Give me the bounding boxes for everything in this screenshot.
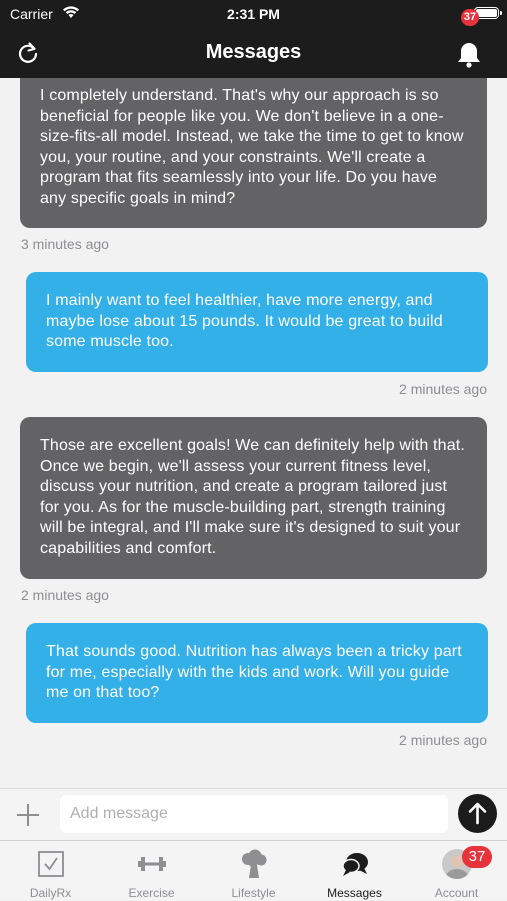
tab-exercise[interactable]: Exercise	[101, 841, 202, 901]
send-button[interactable]	[458, 794, 497, 833]
plus-icon	[17, 804, 39, 826]
bell-icon	[458, 43, 480, 68]
tab-dailyrx[interactable]: DailyRx	[0, 841, 101, 901]
message-thread[interactable]: I completely understand. That's why our …	[0, 78, 507, 788]
status-bar: Carrier 2:31 PM	[0, 0, 507, 28]
message-bubble-outgoing: I mainly want to feel healthier, have mo…	[26, 272, 488, 372]
tab-label: Messages	[327, 886, 382, 900]
message-timestamp: 2 minutes ago	[399, 732, 487, 748]
message-bubble-incoming: Those are excellent goals! We can defini…	[20, 417, 487, 579]
nav-bar: Messages	[0, 28, 507, 78]
tab-label: Exercise	[128, 886, 175, 900]
account-badge: 37	[462, 846, 492, 868]
tab-lifestyle[interactable]: Lifestyle	[203, 841, 304, 901]
message-timestamp: 2 minutes ago	[399, 381, 487, 397]
arrow-up-icon	[468, 802, 487, 825]
dumbbell-icon	[137, 857, 166, 871]
tab-bar: DailyRx Exercise Lifestyle Messages 37 A…	[0, 840, 507, 900]
tab-label: Lifestyle	[231, 886, 276, 900]
message-timestamp: 2 minutes ago	[21, 587, 109, 603]
notification-badge: 37	[461, 9, 479, 26]
notifications-button[interactable]	[452, 38, 486, 70]
message-bubble-outgoing: That sounds good. Nutrition has always b…	[26, 623, 488, 723]
message-input[interactable]	[60, 795, 448, 833]
message-bubble-incoming: I completely understand. That's why our …	[20, 78, 487, 228]
tab-label: DailyRx	[29, 886, 72, 900]
tab-label: Account	[434, 886, 479, 900]
status-time: 2:31 PM	[227, 6, 280, 22]
add-attachment-button[interactable]	[16, 803, 40, 827]
broccoli-icon	[241, 849, 266, 878]
chat-bubbles-icon	[341, 853, 368, 876]
tab-messages[interactable]: Messages	[304, 841, 405, 901]
page-title: Messages	[205, 41, 302, 63]
tab-account[interactable]: 37 Account	[406, 841, 507, 901]
message-composer	[0, 788, 507, 840]
checkbox-icon	[37, 851, 64, 877]
message-timestamp: 3 minutes ago	[21, 236, 109, 252]
